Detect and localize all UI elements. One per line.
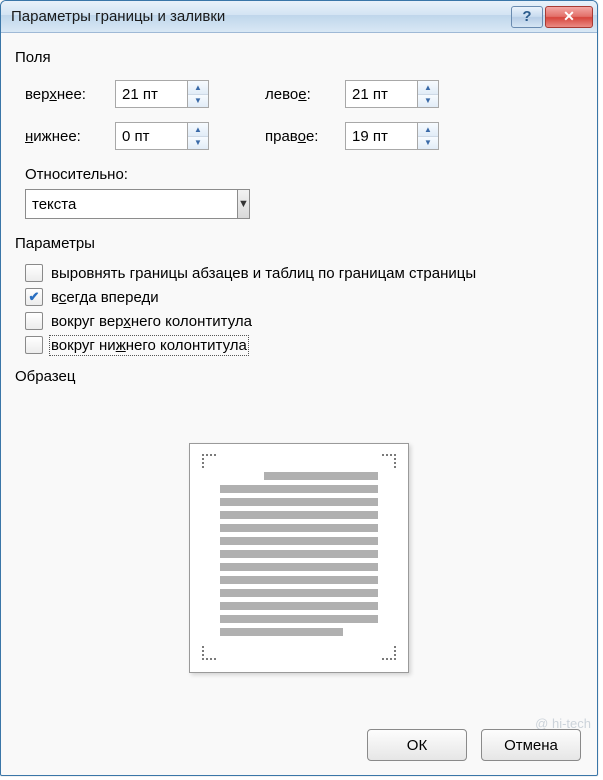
margin-bottom-input[interactable] (115, 122, 187, 150)
checkbox-header[interactable] (25, 312, 43, 330)
checkbox-header-label: вокруг верхнего колонтитула (51, 313, 252, 330)
close-button[interactable]: ✕ (545, 6, 593, 28)
checkbox-align-label: выровнять границы абзацев и таблиц по гр… (51, 265, 476, 282)
group-params-label: Параметры (15, 235, 583, 252)
spin-up-icon[interactable]: ▲ (418, 81, 438, 95)
corner-marker-icon (382, 646, 396, 660)
spin-down-icon[interactable]: ▼ (418, 95, 438, 108)
window-title: Параметры границы и заливки (11, 8, 511, 25)
relative-label: Относительно: (25, 166, 583, 183)
spin-up-icon[interactable]: ▲ (188, 123, 208, 137)
ok-button[interactable]: ОК (367, 729, 467, 761)
margin-bottom-spinner[interactable]: ▲ ▼ (115, 122, 215, 150)
margin-left-input[interactable] (345, 80, 417, 108)
dialog-body: Поля верхнее: ▲ ▼ левое: ▲ ▼ (1, 33, 597, 775)
dialog-window: Параметры границы и заливки ? ✕ Поля вер… (0, 0, 598, 776)
checkbox-align-row: выровнять границы абзацев и таблиц по гр… (25, 264, 583, 282)
margin-top-label: верхнее: (25, 86, 115, 103)
checkbox-front-label: всегда впереди (51, 289, 159, 306)
spin-up-icon[interactable]: ▲ (418, 123, 438, 137)
corner-marker-icon (382, 454, 396, 468)
help-button[interactable]: ? (511, 6, 543, 28)
cancel-button[interactable]: Отмена (481, 729, 581, 761)
group-fields-label: Поля (15, 49, 583, 66)
corner-marker-icon (202, 646, 216, 660)
checkbox-align[interactable] (25, 264, 43, 282)
checkbox-list: выровнять границы абзацев и таблиц по гр… (25, 264, 583, 354)
chevron-down-icon: ▼ (238, 198, 249, 210)
margin-left-label: левое: (265, 86, 345, 103)
checkbox-front-row: ✔ всегда впереди (25, 288, 583, 306)
margin-right-spinner[interactable]: ▲ ▼ (345, 122, 445, 150)
margin-left-spinner[interactable]: ▲ ▼ (345, 80, 445, 108)
preview-page (189, 443, 409, 673)
margins-grid: верхнее: ▲ ▼ левое: ▲ ▼ ни (25, 80, 583, 150)
titlebar-buttons: ? ✕ (511, 6, 593, 28)
checkbox-footer[interactable] (25, 336, 43, 354)
close-icon: ✕ (563, 8, 575, 25)
relative-input[interactable] (25, 189, 237, 219)
relative-combo[interactable]: ▼ (25, 189, 205, 219)
combo-dropdown-button[interactable]: ▼ (237, 189, 250, 219)
spin-up-icon[interactable]: ▲ (188, 81, 208, 95)
help-icon: ? (522, 8, 531, 25)
group-preview-label: Образец (15, 368, 583, 385)
corner-marker-icon (202, 454, 216, 468)
checkbox-front[interactable]: ✔ (25, 288, 43, 306)
checkbox-footer-label: вокруг нижнего колонтитула (51, 337, 247, 354)
margin-top-spinner[interactable]: ▲ ▼ (115, 80, 215, 108)
spin-down-icon[interactable]: ▼ (188, 95, 208, 108)
checkbox-header-row: вокруг верхнего колонтитула (25, 312, 583, 330)
margin-right-label: правое: (265, 128, 345, 145)
spin-down-icon[interactable]: ▼ (188, 137, 208, 150)
titlebar: Параметры границы и заливки ? ✕ (1, 1, 597, 33)
preview-area (15, 395, 583, 721)
relative-section: Относительно: ▼ (25, 166, 583, 219)
dialog-buttons: ОК Отмена (15, 721, 583, 763)
preview-text-lines (220, 472, 378, 636)
checkbox-footer-row: вокруг нижнего колонтитула (25, 336, 583, 354)
margin-bottom-label: нижнее: (25, 128, 115, 145)
spin-down-icon[interactable]: ▼ (418, 137, 438, 150)
margin-right-input[interactable] (345, 122, 417, 150)
margin-top-input[interactable] (115, 80, 187, 108)
